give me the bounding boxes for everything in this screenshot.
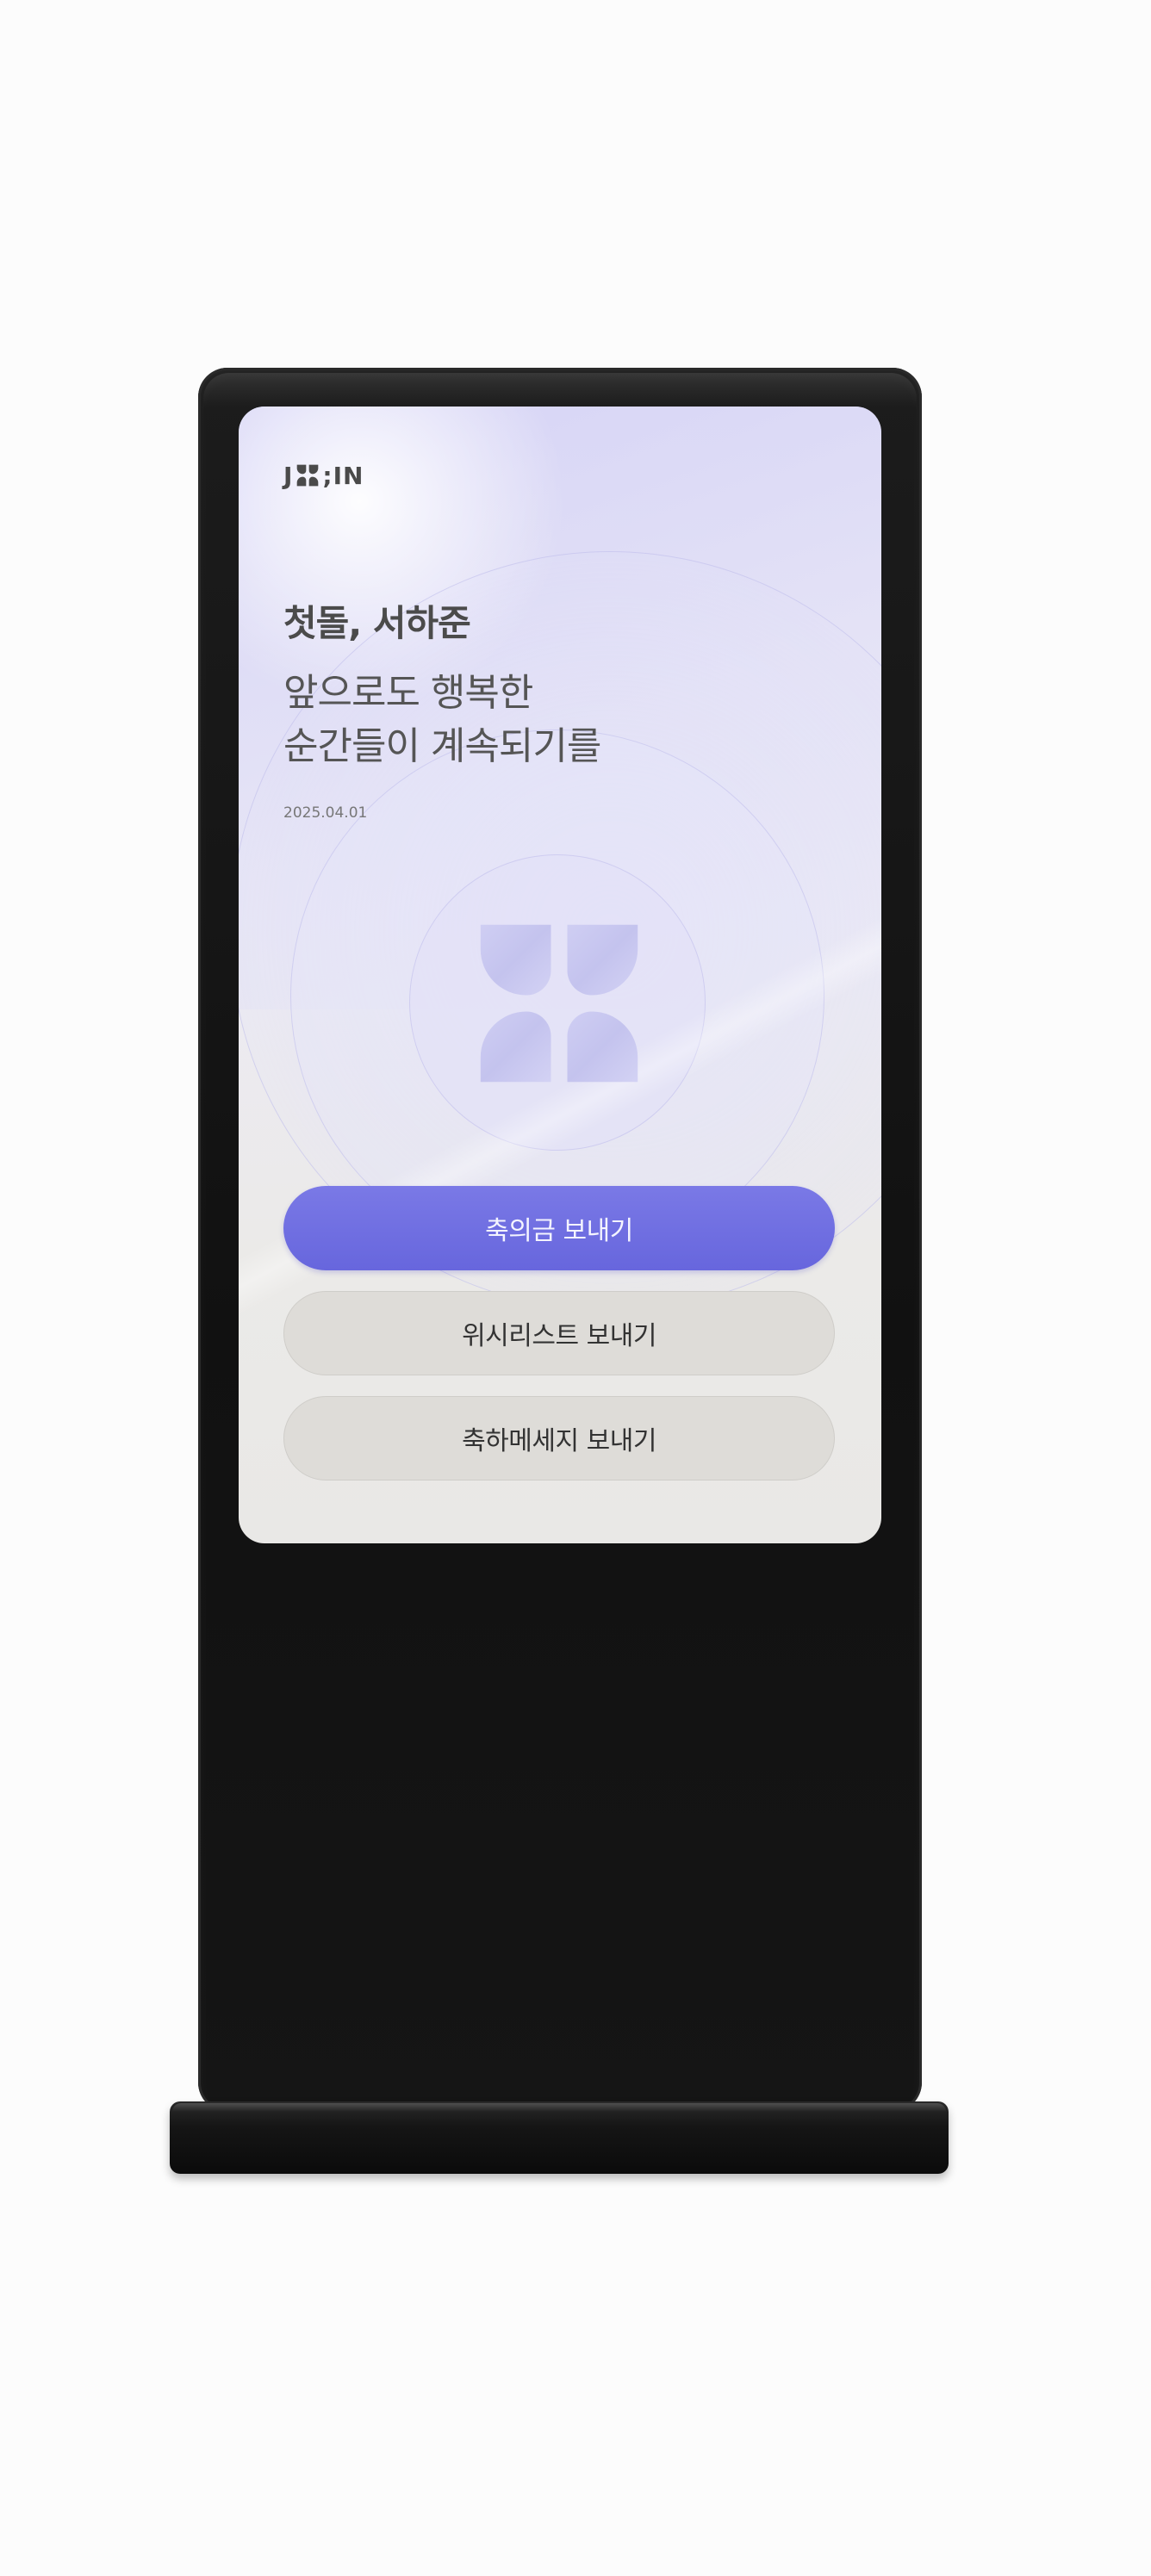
clover-knot-icon bbox=[297, 464, 319, 487]
send-gift-money-button[interactable]: 축의금 보내기 bbox=[283, 1186, 835, 1270]
event-title: 첫돌, 서하준 bbox=[283, 602, 471, 644]
send-congrats-message-button[interactable]: 축하메세지 보내기 bbox=[283, 1396, 835, 1480]
event-message-line-1: 앞으로도 행복한 bbox=[283, 671, 533, 715]
kiosk-base-highlight bbox=[172, 2103, 946, 2112]
event-message: 앞으로도 행복한 순간들이 계속되기를 bbox=[283, 667, 601, 773]
send-wishlist-button[interactable]: 위시리스트 보내기 bbox=[283, 1291, 835, 1375]
event-date: 2025.04.01 bbox=[283, 804, 368, 822]
logo-letter: J bbox=[283, 461, 294, 490]
event-message-line-2: 순간들이 계속되기를 bbox=[283, 724, 601, 768]
clover-knot-icon bbox=[480, 924, 638, 1083]
brand-logo: J ;IN bbox=[283, 460, 364, 491]
kiosk-screen: J ;IN 첫돌, 서하준 앞으로도 행복한 순간들이 계속되기를 2025.0… bbox=[239, 407, 881, 1543]
kiosk-base bbox=[170, 2101, 949, 2174]
logo-text: ;IN bbox=[322, 461, 364, 490]
